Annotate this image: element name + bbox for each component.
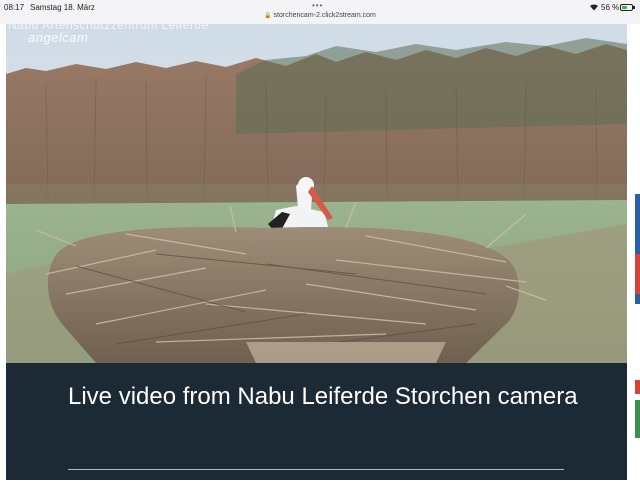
wifi-icon: [590, 4, 598, 11]
right-edge-strip: [627, 24, 640, 480]
lock-icon: 🔒: [264, 13, 272, 19]
stork-nest-scene: [6, 24, 627, 363]
battery-percent: 56 %: [601, 3, 620, 12]
side-thumbnails: [635, 194, 640, 438]
more-dots-icon[interactable]: •••: [312, 2, 323, 10]
battery-tip: [633, 6, 635, 9]
caption-divider: [68, 469, 564, 470]
video-caption-title: Live video from Nabu Leiferde Storchen c…: [68, 383, 578, 410]
caption-panel: Live video from Nabu Leiferde Storchen c…: [6, 363, 627, 480]
battery-level: [622, 6, 627, 9]
url-bar[interactable]: 🔒 storchencam-2.click2stream.com: [0, 11, 640, 21]
status-bar: 08:17 Samstag 18. März ••• 🔒 storchencam-…: [0, 0, 640, 24]
angelcam-watermark: angelcam: [28, 30, 89, 45]
video-player[interactable]: Nabu Artenschutzzentrum Leiferde angelca…: [6, 24, 627, 363]
url-text: storchencam-2.click2stream.com: [273, 12, 376, 19]
battery-icon: [620, 4, 633, 11]
